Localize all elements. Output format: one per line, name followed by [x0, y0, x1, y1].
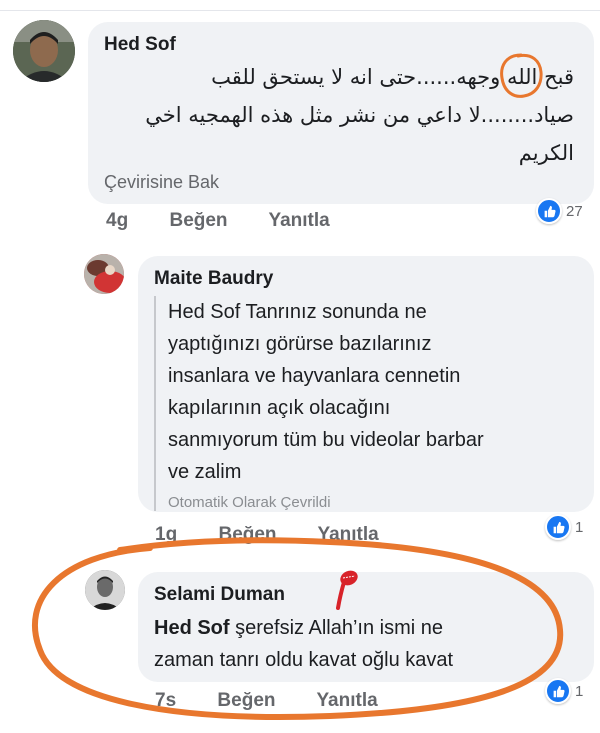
- reply-button[interactable]: Yanıtla: [316, 690, 377, 711]
- comment-author[interactable]: Maite Baudry: [154, 268, 273, 290]
- comment-time: 1g: [155, 524, 178, 545]
- avatar[interactable]: [13, 20, 75, 82]
- comment-text-line: Hed Sof Tanrınız sonunda ne: [168, 301, 427, 323]
- like-icon: [545, 514, 571, 540]
- reaction-count: 1: [575, 518, 584, 536]
- comment-bubble: Maite Baudry Hed Sof Tanrınız sonunda ne…: [138, 256, 594, 512]
- comment-text-line: Hed Sof şerefsiz Allah’ın ismi ne: [154, 612, 574, 644]
- reply-button[interactable]: Yanıtla: [317, 524, 378, 545]
- reaction-count: 1: [575, 682, 584, 700]
- avatar-image: [84, 254, 124, 294]
- see-translation-link[interactable]: Çevirisine Bak: [104, 172, 219, 193]
- comment-text-line: ve zalim: [168, 461, 242, 483]
- mention-link[interactable]: Hed Sof: [154, 617, 230, 639]
- comment-text-line: insanlara ve hayvanlara cennetin: [168, 365, 461, 387]
- comment-text-line: yaptığınızı görürse bazılarınız: [168, 333, 432, 355]
- top-divider: [0, 10, 600, 11]
- auto-translated-label[interactable]: Otomatik Olarak Çevrildi: [168, 494, 588, 511]
- comment-text-line: الكريم: [518, 141, 574, 165]
- comment-author[interactable]: Hed Sof: [104, 34, 176, 56]
- reaction-summary[interactable]: 1: [545, 514, 583, 540]
- avatar-image: [13, 20, 75, 82]
- comment-text: Hed Sof şerefsiz Allah’ın ismi ne zaman …: [154, 612, 574, 676]
- like-button[interactable]: Beğen: [217, 690, 275, 711]
- avatar[interactable]: [85, 570, 125, 610]
- reaction-count: 27: [566, 202, 583, 220]
- comment-text-line: kapılarının açık olacağını: [168, 397, 391, 419]
- comment-actions: 7s Beğen Yanıtla: [155, 690, 414, 712]
- comment-text: Hed Sof Tanrınız sonunda ne yaptığınızı …: [168, 296, 588, 488]
- comment-actions: 4g Beğen Yanıtla: [106, 210, 366, 232]
- reply-button[interactable]: Yanıtla: [268, 210, 329, 231]
- like-icon: [536, 198, 562, 224]
- comment-text-line: sanmıyorum tüm bu videolar barbar: [168, 429, 484, 451]
- comment-author[interactable]: Selami Duman: [154, 584, 285, 606]
- reaction-summary[interactable]: 27: [536, 198, 583, 224]
- annotation-circle: [500, 53, 543, 98]
- avatar[interactable]: [84, 254, 124, 294]
- comment-actions: 1g Beğen Yanıtla: [155, 524, 415, 546]
- reaction-summary[interactable]: 1: [545, 678, 583, 704]
- comment-text-segment: şerefsiz Allah’ın ismi ne: [229, 617, 443, 639]
- like-button[interactable]: Beğen: [218, 524, 276, 545]
- like-icon: [545, 678, 571, 704]
- comment-text-line: zaman tanrı oldu kavat oğlu kavat: [154, 649, 454, 671]
- comment-time: 7s: [155, 690, 177, 711]
- like-button[interactable]: Beğen: [169, 210, 227, 231]
- comment-bubble: Selami Duman Hed Sof şerefsiz Allah’ın i…: [138, 572, 594, 682]
- avatar-image: [85, 570, 125, 610]
- red-stamp-icon: [336, 570, 358, 610]
- comment-time: 4g: [106, 210, 129, 231]
- translated-text-block: Hed Sof Tanrınız sonunda ne yaptığınızı …: [154, 296, 588, 511]
